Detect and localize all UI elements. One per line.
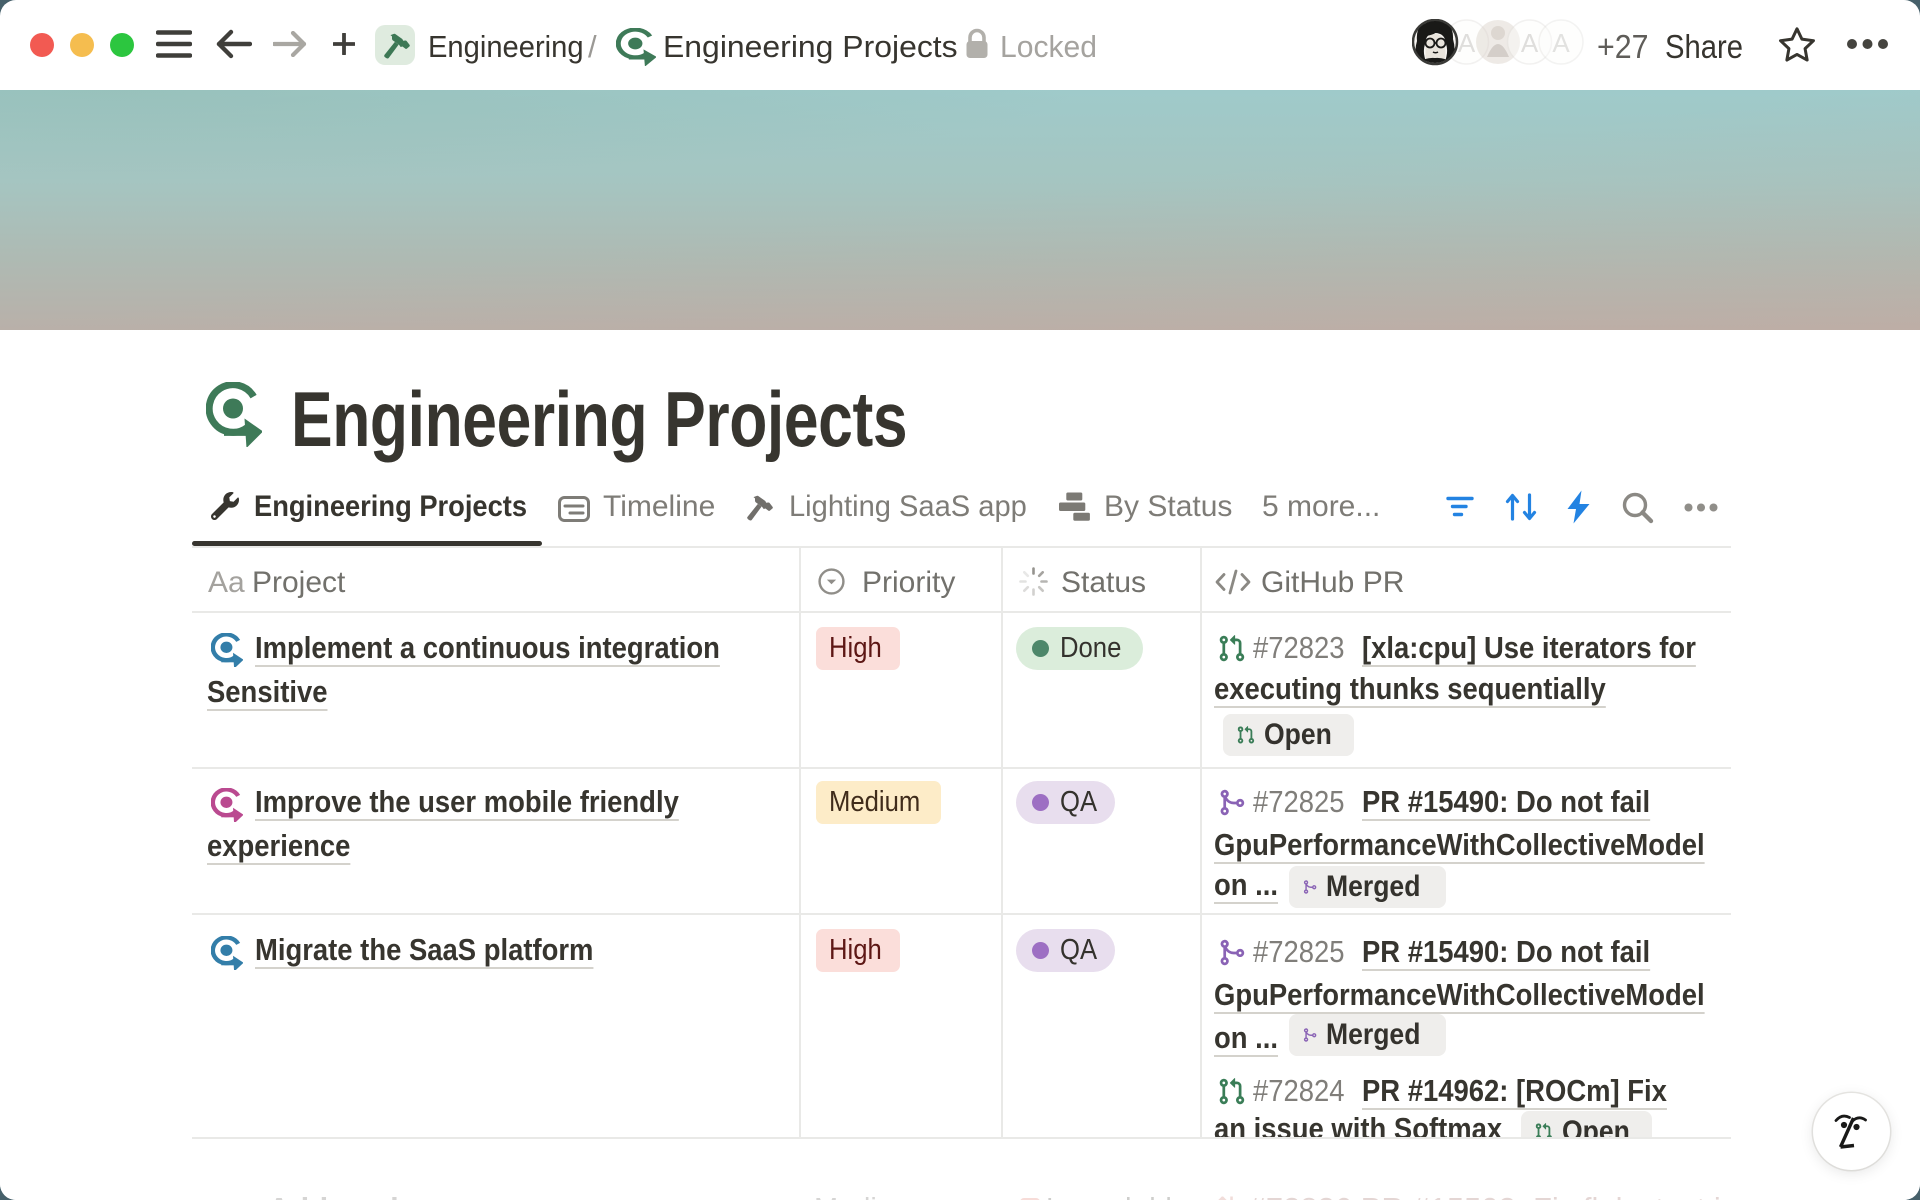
svg-text:A: A — [1521, 28, 1539, 58]
svg-text:A: A — [1458, 28, 1476, 58]
svg-text:A: A — [1552, 28, 1570, 58]
